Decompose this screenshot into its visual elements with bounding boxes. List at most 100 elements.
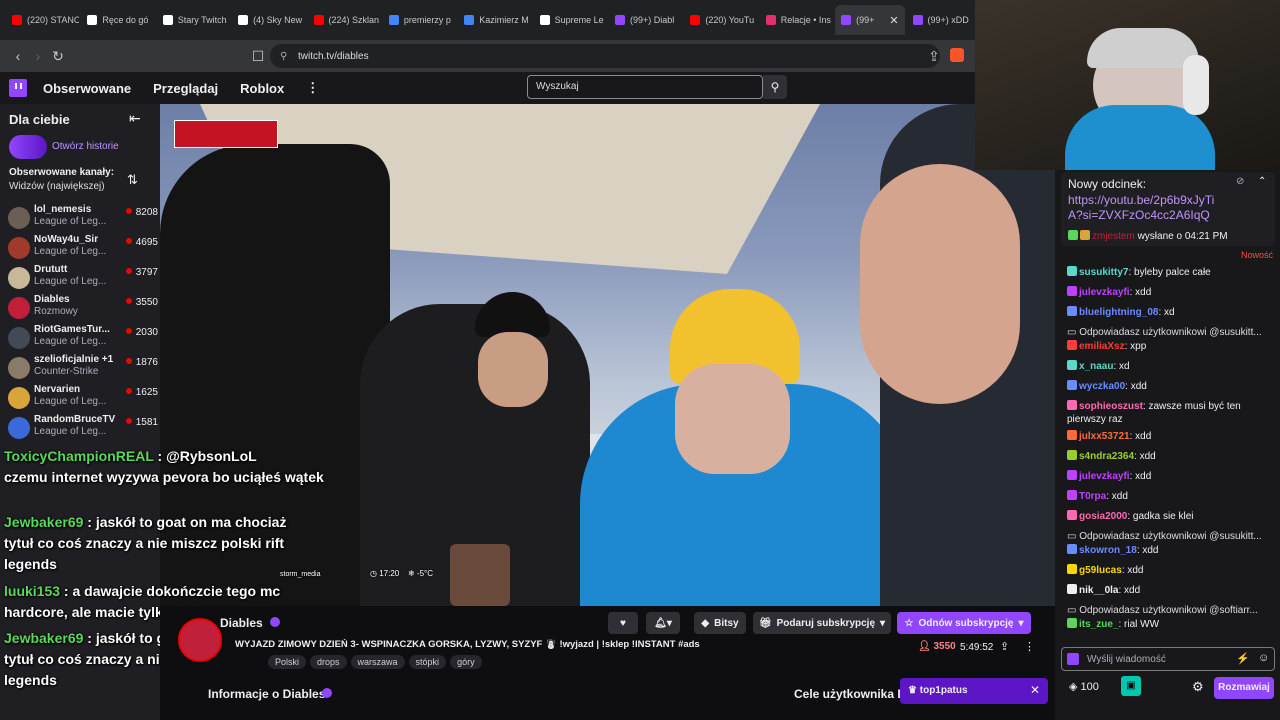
chat-message: wyczka00: xdd: [1067, 380, 1277, 393]
chat-username[interactable]: emiliaXsz: [1079, 341, 1125, 352]
url-field[interactable]: ⚲ twitch.tv/diables: [270, 44, 940, 68]
chat-username[interactable]: skowron_18: [1079, 545, 1137, 556]
browser-tab[interactable]: Relacje • Ins: [760, 5, 833, 35]
sidebar-title: Dla ciebie: [9, 112, 70, 127]
tab-label: (224) Szklan: [328, 15, 380, 25]
sort-icon[interactable]: ⇅: [127, 172, 138, 188]
chat-username[interactable]: julxx53721: [1079, 431, 1130, 442]
chat-username[interactable]: susukitty7: [1079, 267, 1128, 278]
face-1: [478, 332, 548, 407]
tag-drops[interactable]: drops: [310, 655, 347, 669]
chat-message: g59lucas: xdd: [1067, 564, 1277, 577]
hide-icon[interactable]: ⊘: [1236, 176, 1244, 187]
search-input[interactable]: Wyszukaj: [527, 75, 763, 99]
reload-icon[interactable]: ↻: [48, 48, 68, 65]
browser-tab[interactable]: (99+) xDD: [907, 5, 980, 35]
close-tab-icon[interactable]: ✕: [889, 14, 898, 27]
close-icon[interactable]: ✕: [1030, 683, 1040, 697]
sidebar-channel[interactable]: RandomBruceTV League of Leg... 1581: [8, 414, 158, 444]
channel-name: lol_nemesis: [34, 204, 92, 215]
renew-sub-button[interactable]: ☆ Odnów subskrypcję ▾: [897, 612, 1031, 634]
nav-link-browse[interactable]: Przeglądaj: [153, 81, 218, 96]
browser-tab[interactable]: (99+) Diabl: [609, 5, 682, 35]
chat-username[interactable]: julevzkayfi: [1079, 287, 1130, 298]
stories-avatars[interactable]: [9, 135, 47, 159]
bonus-chest-icon[interactable]: ▣: [1121, 676, 1141, 696]
channel-name[interactable]: Diables: [220, 616, 263, 630]
twitch-logo-icon[interactable]: [9, 79, 27, 97]
browser-tab[interactable]: (220) STANO: [6, 5, 79, 35]
chat-input[interactable]: Wyślij wiadomość ⚡ ☺: [1061, 647, 1275, 671]
chat-badge-icon: [1067, 286, 1077, 296]
tag-warszawa[interactable]: warszawa: [350, 655, 405, 669]
collapse-sidebar-icon[interactable]: ⇤: [129, 110, 141, 127]
browser-tab[interactable]: Supreme Le: [534, 5, 607, 35]
chat-username[interactable]: gosia2000: [1079, 511, 1127, 522]
browser-tab[interactable]: (220) YouTu: [684, 5, 757, 35]
browser-tab[interactable]: (4) Sky New: [232, 5, 305, 35]
chat-username[interactable]: sophieoszust: [1079, 401, 1143, 412]
tab-favicon-icon: [388, 15, 399, 25]
follow-heart-icon[interactable]: ♥: [608, 612, 638, 634]
search-icon[interactable]: ⚲: [763, 75, 787, 99]
badge-icon[interactable]: [1067, 653, 1079, 665]
collapse-icon[interactable]: ⌃: [1258, 176, 1266, 187]
chat-username[interactable]: nik__0la: [1079, 585, 1118, 596]
forward-icon[interactable]: ›: [28, 48, 48, 64]
chat-username[interactable]: g59lucas: [1079, 565, 1122, 576]
share-icon[interactable]: ⇪: [1000, 640, 1009, 653]
notifications-bell-icon[interactable]: 🔔︎▾: [646, 612, 680, 634]
browser-tab[interactable]: (99+ ✕: [835, 5, 905, 35]
chat-badge-icon: [1067, 306, 1077, 316]
pinned-link[interactable]: https://youtu.be/2p6b9xJyTiA?si=ZVXFzOc4…: [1068, 193, 1228, 223]
sidebar-channel[interactable]: Nervarien League of Leg... 1625: [8, 384, 158, 414]
more-menu-icon[interactable]: ⋮: [306, 80, 319, 96]
sidebar-channel[interactable]: Drututt League of Leg... 3797: [8, 264, 158, 294]
site-info-icon[interactable]: ⚲: [280, 51, 287, 62]
browser-tab[interactable]: Ręce do gó: [81, 5, 154, 35]
share-icon[interactable]: ⇪: [924, 48, 944, 65]
tag-stopki[interactable]: stópki: [408, 655, 447, 669]
nav-link-followed[interactable]: Obserwowane: [43, 81, 131, 96]
bits-button[interactable]: ◆ Bitsy: [694, 612, 746, 634]
nav-link-roblox[interactable]: Roblox: [240, 81, 284, 96]
brave-shield-icon[interactable]: [950, 48, 964, 62]
video-player[interactable]: storm_media ◷ 17:20 ❄ -5°C: [160, 104, 1055, 606]
chat-username[interactable]: its_zue_: [1079, 619, 1118, 630]
channel-points[interactable]: ◈ 100: [1069, 680, 1099, 693]
tab-label: (220) YouTu: [705, 15, 755, 25]
chat-username[interactable]: bluelightning_08: [1079, 307, 1158, 318]
sidebar-channel[interactable]: lol_nemesis League of Leg... 8208: [8, 204, 158, 234]
browser-tab[interactable]: Stary Twitch: [157, 5, 230, 35]
tab-label: (99+) Diabl: [630, 15, 675, 25]
settings-gear-icon[interactable]: ⚙: [1192, 679, 1204, 695]
hype-icon[interactable]: ⚡: [1236, 652, 1250, 665]
channel-category: League of Leg...: [34, 216, 107, 227]
emote-icon[interactable]: ☺: [1258, 652, 1269, 664]
chat-username[interactable]: x_naau: [1079, 361, 1113, 372]
channel-avatar[interactable]: [178, 618, 222, 662]
tag-gory[interactable]: góry: [450, 655, 482, 669]
back-icon[interactable]: ‹: [8, 48, 28, 64]
chat-send-button[interactable]: Rozmawiaj: [1214, 677, 1274, 699]
sidebar-channel[interactable]: Diables Rozmowy 3550: [8, 294, 158, 324]
more-options-icon[interactable]: ⋮: [1024, 640, 1035, 653]
sidebar-channel[interactable]: NoWay4u_Sir League of Leg... 4695: [8, 234, 158, 264]
open-stories-link[interactable]: Otwórz historie: [52, 141, 119, 152]
gift-sub-button[interactable]: 🎁︎ Podaruj subskrypcję ▾: [753, 612, 891, 634]
goals-heading: Cele użytkownika D: [794, 687, 907, 701]
sidebar-channel[interactable]: szelioficjalnie +1 Counter-Strike 1876: [8, 354, 158, 384]
chat-username[interactable]: julevzkayfi: [1079, 471, 1130, 482]
chat-username[interactable]: s4ndra2364: [1079, 451, 1134, 462]
bookmark-icon[interactable]: ☐: [248, 48, 268, 65]
chat-badge-icon: [1067, 266, 1077, 276]
chat-username[interactable]: T0rpa: [1079, 491, 1106, 502]
tab-favicon-icon: [87, 15, 98, 25]
tag-language[interactable]: Polski: [268, 655, 307, 669]
chat-username[interactable]: wyczka00: [1079, 381, 1125, 392]
browser-tab[interactable]: premierzy p: [383, 5, 456, 35]
browser-tab[interactable]: (224) Szklan: [308, 5, 381, 35]
channel-category: Counter-Strike: [34, 366, 99, 377]
browser-tab[interactable]: Kazimierz M: [458, 5, 531, 35]
sidebar-channel[interactable]: RiotGamesTur... League of Leg... 2030: [8, 324, 158, 354]
